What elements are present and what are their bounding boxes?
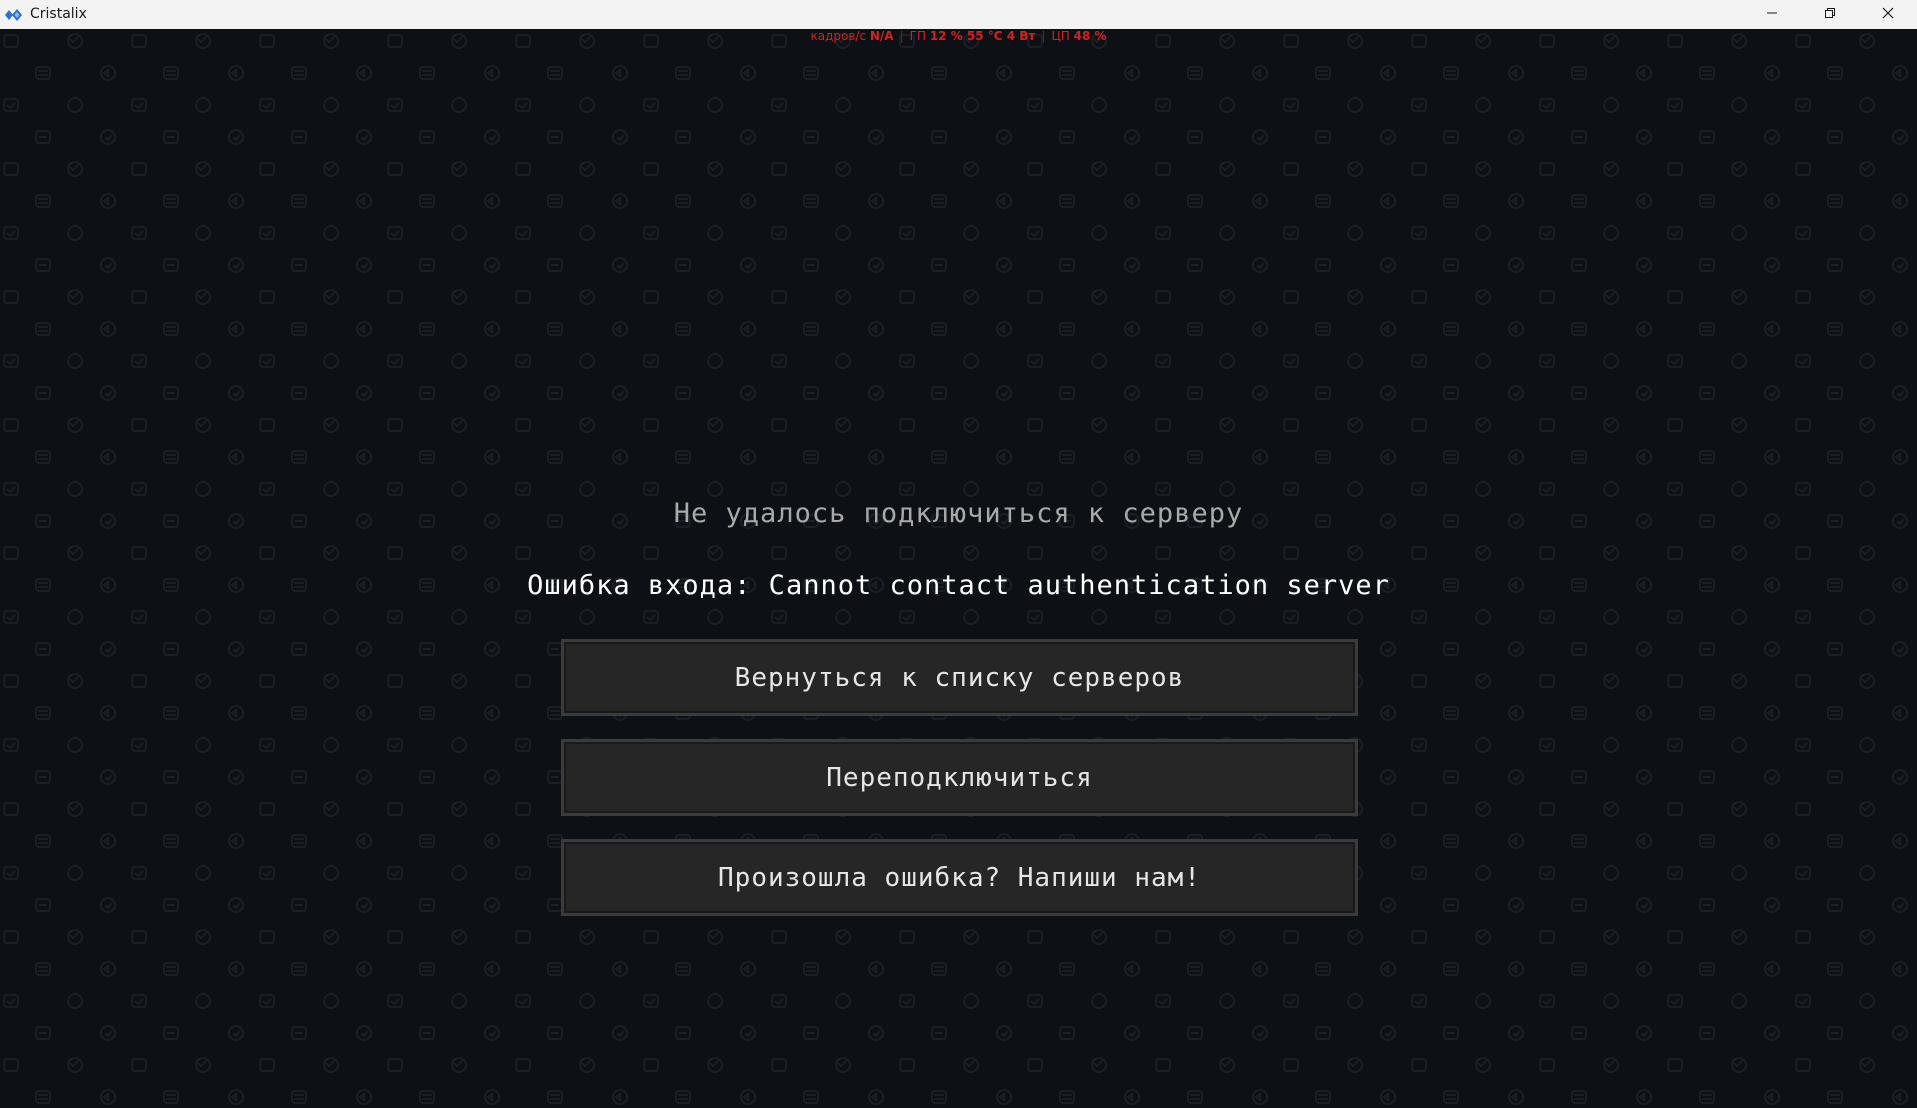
- fps-value: N/A: [869, 29, 894, 43]
- fps-label: кадров/с: [810, 29, 867, 43]
- close-icon: [1882, 7, 1894, 23]
- title-bar: Cristalix: [0, 0, 1917, 29]
- gpu-value: 12 % 55 °C 4 Вт: [929, 29, 1036, 43]
- restore-icon: [1824, 7, 1836, 23]
- minimize-button[interactable]: [1743, 0, 1801, 29]
- performance-overlay: кадров/с N/A | ГП 12 % 55 °C 4 Вт | ЦП 48 %: [0, 29, 1917, 43]
- reconnect-button[interactable]: Переподключиться: [561, 739, 1358, 816]
- background-pattern: [0, 29, 1917, 1108]
- hud-separator: |: [899, 29, 904, 43]
- gpu-label: ГП: [909, 29, 926, 43]
- error-message: Ошибка входа: Cannot contact authenticat…: [527, 570, 1390, 601]
- cpu-label: ЦП: [1051, 29, 1070, 43]
- button-label: Вернуться к списку серверов: [734, 662, 1185, 693]
- button-label: Переподключиться: [826, 762, 1093, 793]
- app-window: Cristalix кадров/с N/A | ГП 12 % 55 °C 4…: [0, 0, 1917, 1108]
- cpu-value: 48 %: [1073, 29, 1107, 43]
- back-to-server-list-button[interactable]: Вернуться к списку серверов: [561, 639, 1358, 716]
- window-controls: [1743, 0, 1917, 29]
- minimize-icon: [1766, 7, 1778, 23]
- window-title: Cristalix: [30, 6, 87, 22]
- restore-button[interactable]: [1801, 0, 1859, 29]
- disconnect-title: Не удалось подключиться к серверу: [673, 498, 1244, 529]
- report-error-button[interactable]: Произошла ошибка? Напиши нам!: [561, 839, 1358, 916]
- game-viewport: кадров/с N/A | ГП 12 % 55 °C 4 Вт | ЦП 48 % …: [0, 29, 1917, 1108]
- hud-separator: |: [1041, 29, 1046, 43]
- button-label: Произошла ошибка? Напиши нам!: [718, 862, 1201, 893]
- cristalix-diamond-icon: [4, 7, 24, 23]
- close-button[interactable]: [1859, 0, 1917, 29]
